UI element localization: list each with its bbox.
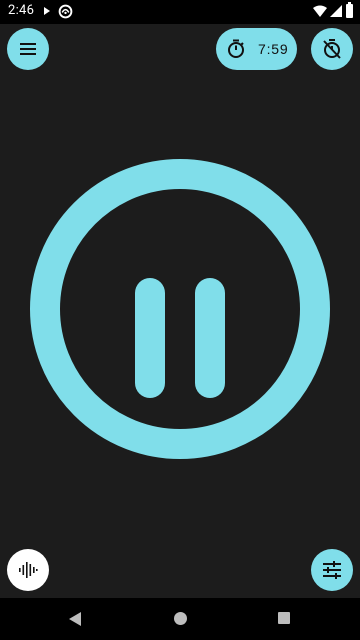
- timer-off-icon: [323, 39, 341, 59]
- stopwatch-icon: [228, 39, 244, 58]
- play-icon: [44, 7, 50, 15]
- signal-icon: [330, 5, 342, 17]
- pause-icon-bar: [195, 278, 225, 398]
- play-pause-button[interactable]: [30, 159, 330, 459]
- equalizer-button[interactable]: [311, 549, 353, 591]
- back-icon[interactable]: [68, 612, 82, 626]
- waveform-icon: [19, 562, 38, 578]
- menu-icon: [20, 43, 36, 55]
- home-icon[interactable]: [174, 612, 187, 625]
- menu-button[interactable]: [7, 28, 49, 70]
- timer-remaining: 7:59: [258, 41, 289, 57]
- pause-icon: [135, 278, 165, 398]
- battery-icon: [346, 2, 353, 18]
- app-screen: 2:46 7:59: [0, 0, 360, 640]
- status-time: 2:46: [8, 3, 35, 18]
- status-bar: 2:46: [0, 0, 360, 24]
- wifi-icon: [313, 5, 327, 17]
- equalizer-sliders-icon: [323, 561, 341, 579]
- sound-selector-button[interactable]: [7, 549, 49, 591]
- navigation-bar: [0, 598, 360, 640]
- app-icon: [58, 4, 73, 19]
- recents-icon[interactable]: [278, 612, 290, 624]
- cancel-timer-button[interactable]: [311, 28, 353, 70]
- sleep-timer-button[interactable]: 7:59: [216, 28, 297, 70]
